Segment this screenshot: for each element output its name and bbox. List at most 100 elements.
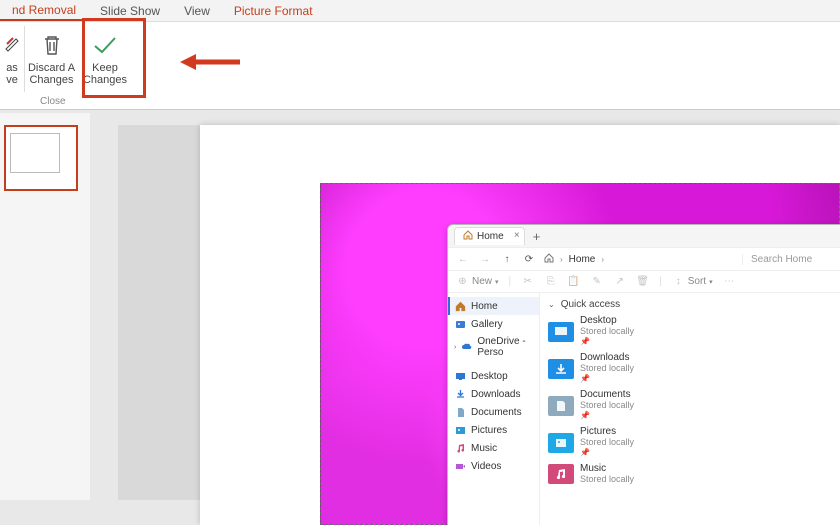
slide-thumbnail-1[interactable] <box>4 125 78 191</box>
refresh-icon[interactable]: ⟳ <box>522 252 536 266</box>
sidebar-item-pictures[interactable]: Pictures <box>448 421 539 439</box>
explorer-body: Home Gallery › OneDrive - Perso <box>448 293 840 525</box>
tile-pictures[interactable]: Pictures Stored locally 📌 <box>548 427 832 458</box>
cloud-icon <box>461 341 472 353</box>
mark-areas-button[interactable]: as ve <box>0 26 24 92</box>
music-icon <box>454 442 466 454</box>
tile-documents[interactable]: Documents Stored locally 📌 <box>548 390 832 421</box>
sidebar-item-label: Pictures <box>471 425 507 436</box>
forward-icon[interactable]: → <box>478 252 492 266</box>
slide-canvas[interactable]: Home × + ← → ↑ ⟳ › Home <box>200 125 840 525</box>
share-icon[interactable]: ↗ <box>613 275 626 288</box>
download-icon <box>548 359 574 379</box>
copy-icon[interactable]: ⎘ <box>544 275 557 288</box>
chevron-down-icon: ▾ <box>709 278 713 286</box>
home-icon <box>454 300 466 312</box>
ribbon: as ve Discard A Changes Keep Changes Clo… <box>0 22 840 110</box>
search-input[interactable]: Search Home <box>742 254 832 265</box>
tile-sublabel: Stored locally <box>580 474 634 484</box>
quick-access-header[interactable]: ⌄ Quick access <box>548 299 832 310</box>
tab-view[interactable]: View <box>172 0 222 21</box>
pin-icon: 📌 <box>580 337 634 347</box>
tile-desktop[interactable]: Desktop Stored locally 📌 <box>548 316 832 347</box>
gallery-icon <box>454 318 466 330</box>
home-icon <box>463 230 473 243</box>
sidebar-item-label: Gallery <box>471 319 503 330</box>
sidebar-item-label: Desktop <box>471 371 508 382</box>
explorer-tab-label: Home <box>477 231 504 242</box>
sidebar-item-label: Home <box>471 301 498 312</box>
ribbon-label: Changes <box>29 74 73 86</box>
quick-access-tiles: Desktop Stored locally 📌 Downloads Store… <box>548 316 832 484</box>
document-icon <box>454 406 466 418</box>
slide-thumbnail-panel <box>0 113 90 500</box>
back-icon[interactable]: ← <box>456 252 470 266</box>
section-label: Quick access <box>561 299 620 310</box>
sidebar-item-label: Documents <box>471 407 522 418</box>
chevron-right-icon: › <box>560 255 563 264</box>
sidebar-item-gallery[interactable]: Gallery <box>448 315 539 333</box>
explorer-address-bar: ← → ↑ ⟳ › Home › Search Home <box>448 247 840 271</box>
explorer-sidebar: Home Gallery › OneDrive - Perso <box>448 293 540 525</box>
more-icon[interactable]: ⋯ <box>723 275 736 288</box>
inserted-picture[interactable]: Home × + ← → ↑ ⟳ › Home <box>320 183 840 525</box>
sidebar-item-label: Music <box>471 443 497 454</box>
tab-background-removal[interactable]: nd Removal <box>0 0 88 21</box>
up-icon[interactable]: ↑ <box>500 252 514 266</box>
tile-downloads[interactable]: Downloads Stored locally 📌 <box>548 353 832 384</box>
tile-label: Documents <box>580 390 634 400</box>
sidebar-item-home[interactable]: Home <box>448 297 539 315</box>
tile-sublabel: Stored locally <box>580 363 634 373</box>
pin-icon: 📌 <box>580 448 634 458</box>
close-icon[interactable]: × <box>514 230 520 241</box>
sidebar-item-documents[interactable]: Documents <box>448 403 539 421</box>
document-icon <box>548 396 574 416</box>
discard-changes-button[interactable]: Discard A Changes <box>24 26 78 92</box>
chevron-down-icon: ⌄ <box>548 300 555 309</box>
desktop-icon <box>548 322 574 342</box>
tile-sublabel: Stored locally <box>580 326 634 336</box>
explorer-tab-home[interactable]: Home × <box>454 227 525 245</box>
annotation-arrow <box>178 50 242 74</box>
sidebar-item-music[interactable]: Music <box>448 439 539 457</box>
sidebar-item-desktop[interactable]: Desktop <box>448 367 539 385</box>
tile-music[interactable]: Music Stored locally <box>548 464 832 484</box>
toolbar-label: New <box>472 276 492 287</box>
tile-label: Music <box>580 464 634 474</box>
rename-icon[interactable]: ✎ <box>590 275 603 288</box>
pin-icon: 📌 <box>580 374 634 384</box>
chevron-right-icon: › <box>601 255 604 264</box>
explorer-main-pane: ⌄ Quick access Desktop Stored locally 📌 <box>540 293 840 525</box>
plus-circle-icon: ⊕ <box>456 275 469 288</box>
chevron-right-icon: › <box>454 344 456 351</box>
new-button[interactable]: ⊕ New ▾ <box>456 275 499 288</box>
keep-changes-button[interactable]: Keep Changes <box>78 26 132 92</box>
menu-tabs: nd Removal Slide Show View Picture Forma… <box>0 0 840 22</box>
sidebar-item-onedrive[interactable]: › OneDrive - Perso <box>448 333 539 361</box>
sidebar-item-videos[interactable]: Videos <box>448 457 539 475</box>
explorer-toolbar: ⊕ New ▾ | ✂ ⎘ 📋 ✎ ↗ 🗑 | ↕ Sort ▾ <box>448 271 840 293</box>
thumbnail-preview <box>10 133 60 173</box>
breadcrumb-label: Home <box>569 254 596 265</box>
tab-slide-show[interactable]: Slide Show <box>88 0 172 21</box>
home-icon <box>544 253 554 266</box>
tab-picture-format[interactable]: Picture Format <box>222 0 325 21</box>
pictures-icon <box>548 433 574 453</box>
music-icon <box>548 464 574 484</box>
sort-button[interactable]: ↕ Sort ▾ <box>672 275 713 288</box>
ribbon-label: Changes <box>83 74 127 86</box>
chevron-down-icon: ▾ <box>495 278 499 286</box>
sort-icon: ↕ <box>672 275 685 288</box>
toolbar-label: Sort <box>688 276 706 287</box>
paste-icon[interactable]: 📋 <box>567 275 580 288</box>
cut-icon[interactable]: ✂ <box>521 275 534 288</box>
delete-icon[interactable]: 🗑 <box>636 275 649 288</box>
sidebar-item-downloads[interactable]: Downloads <box>448 385 539 403</box>
tile-label: Downloads <box>580 353 634 363</box>
ribbon-label: Discard A <box>28 62 75 74</box>
ribbon-label: ve <box>6 74 18 86</box>
pin-icon: 📌 <box>580 411 634 421</box>
new-tab-button[interactable]: + <box>533 229 541 244</box>
tile-sublabel: Stored locally <box>580 437 634 447</box>
breadcrumb[interactable]: › Home › <box>544 253 734 266</box>
